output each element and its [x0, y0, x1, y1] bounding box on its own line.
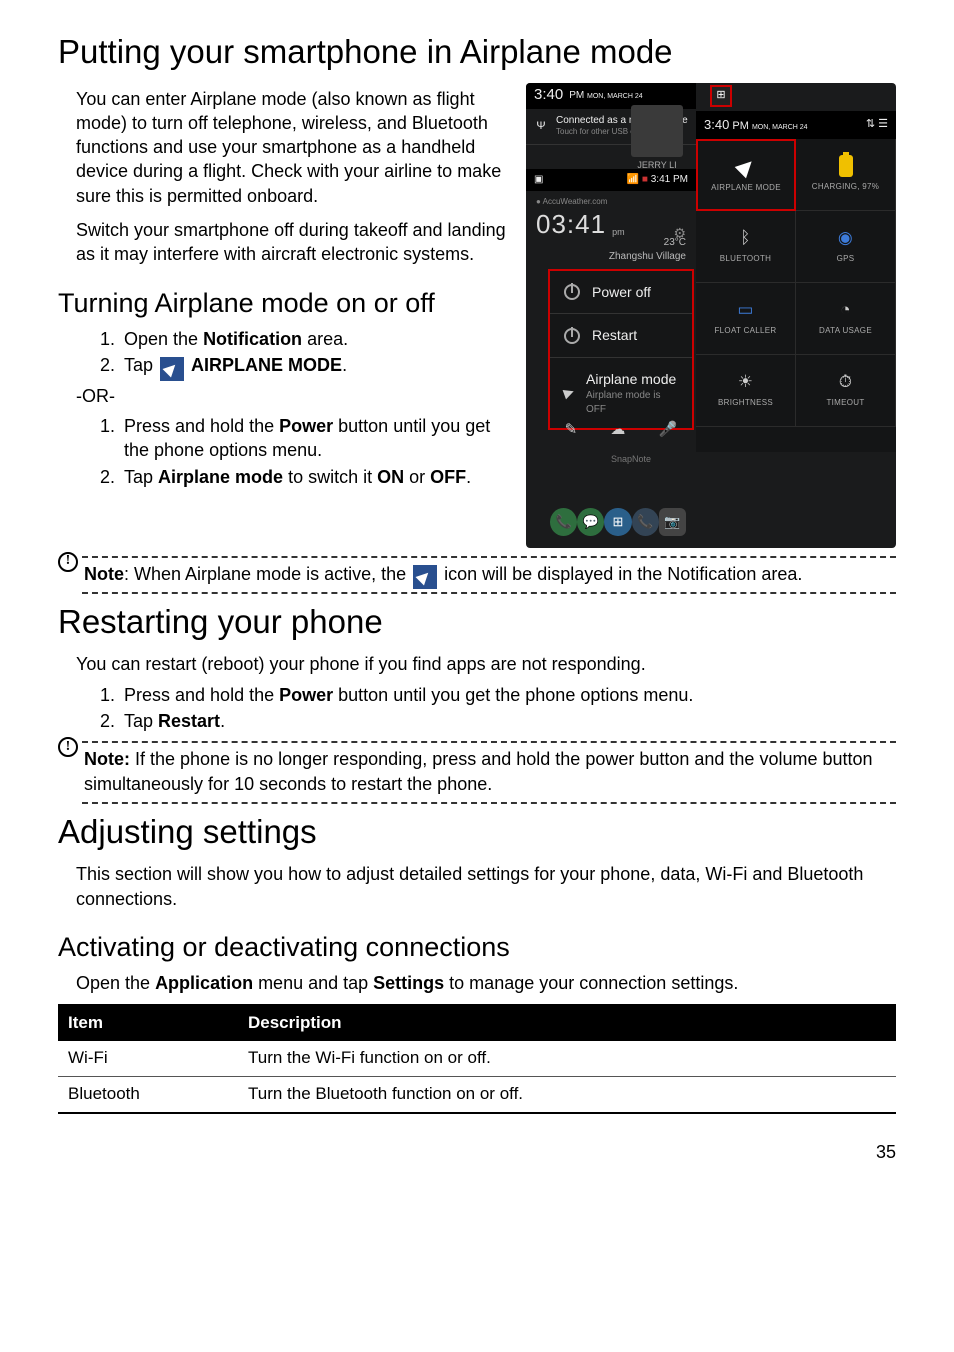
steps-restart: Press and hold the Power button until yo…: [102, 683, 892, 734]
table-row: Bluetooth Turn the Bluetooth function on…: [58, 1076, 896, 1112]
toggle-charging[interactable]: CHARGING, 97%: [796, 139, 896, 211]
para-adjust: This section will show you how to adjust…: [76, 862, 892, 911]
settings-icons[interactable]: ⇅ ☰: [866, 117, 888, 132]
float-caller-icon: ▭: [735, 299, 757, 321]
heading-activating: Activating or deactivating connections: [58, 929, 896, 965]
airplane-icon: [563, 387, 576, 400]
bluetooth-icon: ᛒ: [735, 227, 757, 249]
heading-airplane: Putting your smartphone in Airplane mode: [58, 30, 896, 75]
phone2-icon[interactable]: 📞: [632, 508, 659, 536]
weather-widget: ● AccuWeather.com 03:41 pm ⚙ 23°CZhangsh…: [526, 191, 696, 269]
page-number: 35: [58, 1140, 896, 1164]
restart-option[interactable]: Restart: [550, 314, 692, 358]
dock-bar: 📞 💬 ⊞ 📞 📷: [550, 502, 686, 542]
th-description: Description: [238, 1005, 896, 1041]
airplane-icon: [413, 565, 437, 589]
phone-icon[interactable]: 📞: [550, 508, 577, 536]
toggle-timeout[interactable]: ⏱ TIMEOUT: [796, 355, 896, 427]
para-airplane-takeoff: Switch your smartphone off during takeof…: [76, 218, 508, 267]
note-force-restart: ! Note: If the phone is no longer respon…: [58, 747, 896, 796]
toggle-float-caller[interactable]: ▭ FLOAT CALLER: [696, 283, 796, 355]
status-bar-inner: ▣ 📶 ■ 3:41 PM: [526, 169, 696, 191]
quick-settings-panel: 3:40 PM MON, MARCH 24 ⇅ ☰ AIRPLANE MODE …: [696, 111, 896, 452]
airplane-icon: [160, 357, 184, 381]
steps-notification: Open the Notification area. Tap AIRPLANE…: [102, 327, 508, 378]
toggle-gps[interactable]: ◉ GPS: [796, 211, 896, 283]
toggle-bluetooth[interactable]: ᛒ BLUETOOTH: [696, 211, 796, 283]
quick-settings-icon[interactable]: ⊞: [710, 85, 732, 107]
gps-icon: ◉: [835, 227, 857, 249]
step-tap-airplane: Tap AIRPLANE MODE.: [120, 353, 508, 377]
table-row: Wi-Fi Turn the Wi-Fi function on or off.: [58, 1041, 896, 1076]
usb-icon: Ψ: [534, 119, 548, 133]
brightness-icon: ☀: [735, 371, 757, 393]
step-restart-tap: Tap Restart.: [120, 709, 892, 733]
para-airplane-intro: You can enter Airplane mode (also known …: [76, 87, 508, 208]
camera-icon[interactable]: 📷: [659, 508, 686, 536]
snapnote-label: SnapNote: [586, 453, 676, 465]
settings-table: Item Description Wi-Fi Turn the Wi-Fi fu…: [58, 1004, 896, 1114]
steps-power-menu: Press and hold the Power button until yo…: [102, 414, 508, 489]
toggle-airplane-mode[interactable]: AIRPLANE MODE: [696, 139, 796, 211]
step-restart-hold: Press and hold the Power button until yo…: [120, 683, 892, 707]
th-item: Item: [58, 1005, 238, 1041]
step-tap-airplane-mode: Tap Airplane mode to switch it ON or OFF…: [120, 465, 508, 489]
heading-adjust: Adjusting settings: [58, 810, 896, 855]
soft-button-row: ✎ ☁ 🎤: [548, 413, 694, 449]
battery-icon: [839, 155, 853, 177]
heading-restart: Restarting your phone: [58, 600, 896, 645]
power-icon: [564, 328, 580, 344]
power-menu: Power off Restart Airplane mode Airplane…: [548, 269, 694, 431]
power-off-option[interactable]: Power off: [550, 271, 692, 315]
toggle-brightness[interactable]: ☀ BRIGHTNESS: [696, 355, 796, 427]
airplane-icon: [735, 155, 758, 178]
step-hold-power: Press and hold the Power button until yo…: [120, 414, 508, 463]
para-activating: Open the Application menu and tap Settin…: [76, 971, 892, 995]
or-label: -OR-: [76, 384, 508, 408]
data-usage-icon: ◔: [835, 299, 857, 321]
power-icon: [564, 284, 580, 300]
sms-icon[interactable]: 💬: [577, 508, 604, 536]
warning-icon: !: [58, 737, 78, 757]
table-header-row: Item Description: [58, 1005, 896, 1041]
pen-icon[interactable]: ✎: [565, 420, 578, 440]
toggle-data-usage[interactable]: ◔ DATA USAGE: [796, 283, 896, 355]
app-drawer-icon[interactable]: ⊞: [604, 508, 631, 536]
profile-chip: JERRY LI: [622, 145, 692, 171]
phone-screenshot: 3:40 PM MON, MARCH 24 ⊞ Ψ Connected as a…: [526, 83, 896, 548]
cloud-icon[interactable]: ☁: [610, 420, 625, 440]
para-restart: You can restart (reboot) your phone if y…: [76, 652, 892, 676]
warning-icon: !: [58, 552, 78, 572]
heading-turning: Turning Airplane mode on or off: [58, 285, 512, 321]
mic-icon[interactable]: 🎤: [659, 420, 678, 440]
timeout-icon: ⏱: [835, 371, 857, 393]
note-airplane-icon: ! Note: When Airplane mode is active, th…: [58, 562, 896, 586]
step-open-notification: Open the Notification area.: [120, 327, 508, 351]
image-icon: ▣: [534, 173, 543, 187]
